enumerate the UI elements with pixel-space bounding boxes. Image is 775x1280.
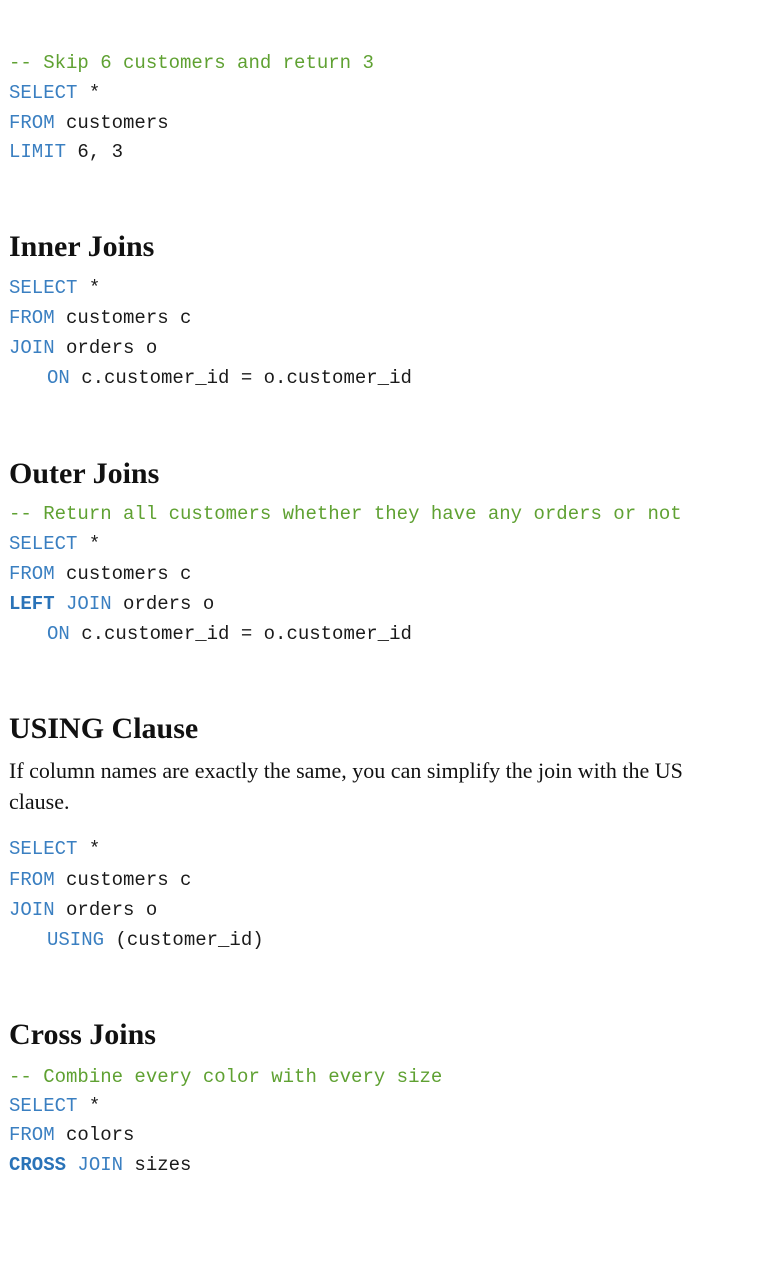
paragraph-line: If column names are exactly the same, yo…	[9, 758, 683, 783]
code-line-on: ON c.customer_id = o.customer_id	[47, 367, 412, 389]
code-line-from: FROM customers c	[9, 307, 191, 329]
sql-keyword-join: JOIN	[54, 593, 112, 615]
sql-keyword-join: JOIN	[9, 899, 55, 921]
sql-text: sizes	[123, 1154, 192, 1176]
code-line-select: SELECT *	[9, 838, 100, 860]
sql-keyword-select: SELECT	[9, 838, 78, 860]
sql-text: *	[77, 277, 101, 299]
sql-keyword-limit: LIMIT	[9, 141, 67, 163]
sql-keyword-using: USING	[47, 929, 105, 951]
sql-keyword-join: JOIN	[66, 1154, 124, 1176]
sql-text: orders o	[54, 899, 158, 921]
sql-keyword-select: SELECT	[9, 1095, 78, 1117]
sql-text: customers c	[54, 307, 192, 329]
sql-text: (customer_id)	[104, 929, 264, 951]
sql-text: *	[77, 1095, 101, 1117]
code-line-select: SELECT *	[9, 277, 100, 299]
sql-keyword-from: FROM	[9, 563, 55, 585]
sql-keyword-from: FROM	[9, 112, 55, 134]
sql-text: c.customer_id = o.customer_id	[69, 367, 412, 389]
heading-inner-joins: Inner Joins	[9, 230, 155, 263]
sql-keyword-from: FROM	[9, 869, 55, 891]
sql-keyword-from: FROM	[9, 307, 55, 329]
code-comment-skip: -- Skip 6 customers and return 3	[9, 52, 374, 74]
sql-text: customers c	[54, 869, 192, 891]
sql-text: *	[77, 533, 101, 555]
sql-keyword-cross: CROSS	[9, 1154, 67, 1176]
code-line-from: FROM customers c	[9, 869, 191, 891]
code-line-on: ON c.customer_id = o.customer_id	[47, 623, 412, 645]
code-line-from: FROM customers	[9, 112, 169, 134]
sql-text: orders o	[111, 593, 215, 615]
heading-outer-joins: Outer Joins	[9, 457, 160, 490]
code-comment-return-all: -- Return all customers whether they hav…	[9, 503, 682, 525]
code-line-from: FROM customers c	[9, 563, 191, 585]
code-line-join: JOIN orders o	[9, 899, 157, 921]
sql-text: customers	[54, 112, 169, 134]
sql-text: orders o	[54, 337, 158, 359]
sql-text: 6, 3	[66, 141, 124, 163]
heading-using-clause: USING Clause	[9, 712, 199, 745]
code-line-join: JOIN orders o	[9, 337, 157, 359]
code-line-from: FROM colors	[9, 1124, 134, 1146]
sql-keyword-select: SELECT	[9, 533, 78, 555]
paragraph-line: clause.	[9, 789, 70, 814]
sql-keyword-select: SELECT	[9, 82, 78, 104]
sql-keyword-from: FROM	[9, 1124, 55, 1146]
heading-cross-joins: Cross Joins	[9, 1018, 156, 1051]
code-line-select: SELECT *	[9, 533, 100, 555]
sql-keyword-select: SELECT	[9, 277, 78, 299]
code-comment-combine: -- Combine every color with every size	[9, 1066, 443, 1088]
sql-text: c.customer_id = o.customer_id	[69, 623, 412, 645]
code-line-select: SELECT *	[9, 82, 100, 104]
code-line-using: USING (customer_id)	[47, 929, 264, 951]
sql-keyword-on: ON	[47, 367, 70, 389]
sql-text: customers c	[54, 563, 192, 585]
code-line-cross-join: CROSS JOIN sizes	[9, 1154, 191, 1176]
sql-text: *	[77, 82, 101, 104]
code-line-left-join: LEFT JOIN orders o	[9, 593, 214, 615]
sql-text: *	[77, 838, 101, 860]
sql-text: colors	[54, 1124, 135, 1146]
code-line-limit: LIMIT 6, 3	[9, 141, 123, 163]
sql-keyword-on: ON	[47, 623, 70, 645]
sql-keyword-left: LEFT	[9, 593, 55, 615]
sql-keyword-join: JOIN	[9, 337, 55, 359]
code-line-select: SELECT *	[9, 1095, 100, 1117]
